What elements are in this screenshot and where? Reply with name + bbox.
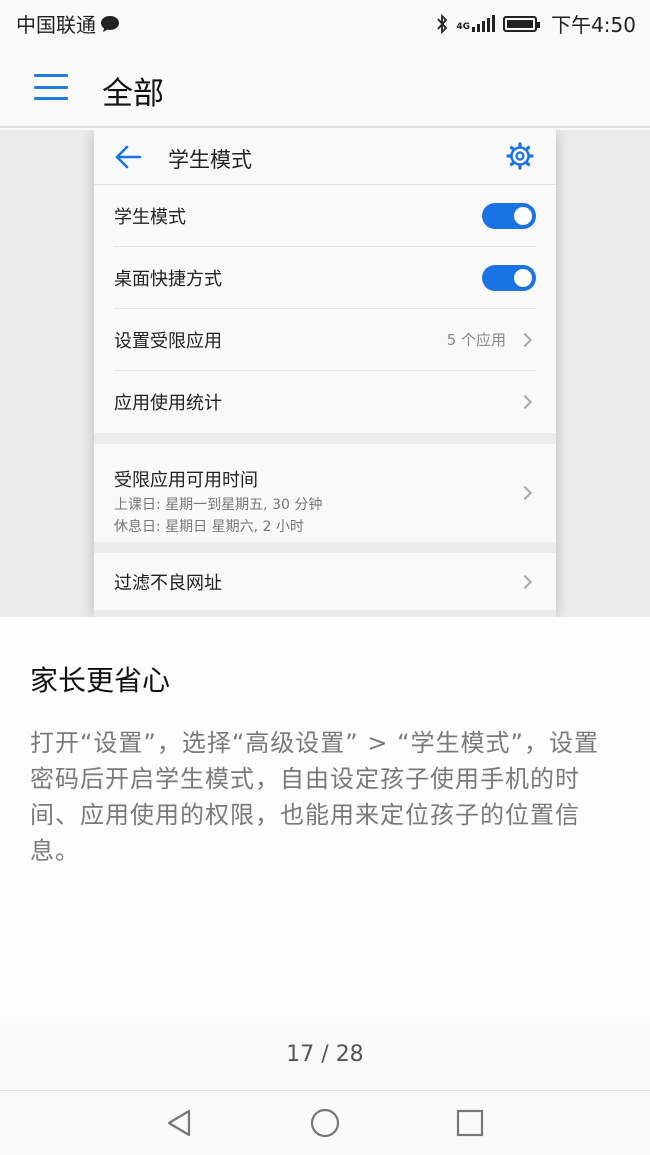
chevron-right-icon — [517, 574, 533, 589]
preview-phone-screen: 学生模式 学生模式 桌面快捷方式 设置受限应用 5 个应用 应用使用统计 受限应… — [94, 130, 556, 617]
row-label: 学生模式 — [114, 206, 186, 228]
feature-preview: 学生模式 学生模式 桌面快捷方式 设置受限应用 5 个应用 应用使用统计 受限应… — [0, 130, 650, 617]
clock: 下午4:50 — [551, 13, 636, 37]
row-url-filter: 过滤不良网址 — [94, 553, 556, 610]
back-arrow-icon — [115, 145, 142, 169]
row-label: 应用使用统计 — [114, 393, 222, 414]
student-mode-toggle — [482, 202, 536, 229]
carrier-group: 中国联通 — [16, 9, 120, 38]
section-divider — [94, 433, 556, 444]
status-bar: 中国联通 4G 下午4:50 — [0, 0, 650, 46]
app-header: 全部 — [0, 46, 650, 128]
row-label: 设置受限应用 — [114, 330, 222, 352]
schoolday-limit: 上课日: 星期一到星期五, 30 分钟 — [114, 497, 323, 513]
page-indicator: 17 / 28 — [286, 1042, 364, 1067]
feature-title: 家长更省心 — [30, 664, 171, 697]
row-label: 受限应用可用时间 — [114, 470, 258, 491]
feature-description: 家长更省心 打开“设置”，选择“高级设置” > “学生模式”，设置密码后开启学生… — [0, 617, 650, 1017]
circle-home-icon[interactable] — [309, 1107, 341, 1139]
system-nav-bar — [0, 1090, 650, 1155]
preview-title: 学生模式 — [168, 148, 252, 172]
triangle-back-icon[interactable] — [163, 1107, 195, 1139]
feature-body: 打开“设置”，选择“高级设置” > “学生模式”，设置密码后开启学生模式，自由设… — [30, 729, 599, 865]
chevron-right-icon — [517, 332, 533, 347]
row-app-usage-stats: 应用使用统计 — [94, 371, 556, 433]
section-divider — [94, 610, 556, 617]
row-value: 5 个应用 — [446, 331, 506, 349]
chevron-right-icon — [517, 394, 533, 410]
row-student-mode: 学生模式 — [94, 185, 556, 247]
hamburger-menu-icon[interactable] — [34, 74, 68, 100]
chevron-right-icon — [517, 485, 533, 501]
network-type: 4G — [456, 21, 471, 32]
row-limited-time: 受限应用可用时间 上课日: 星期一到星期五, 30 分钟 休息日: 星期日 星期… — [94, 444, 556, 542]
desktop-shortcut-toggle — [482, 264, 536, 291]
row-desktop-shortcut: 桌面快捷方式 — [94, 247, 556, 309]
preview-toolbar: 学生模式 — [94, 130, 556, 185]
page-title: 全部 — [102, 76, 164, 112]
signal-icon — [472, 14, 496, 32]
carrier-name: 中国联通 — [16, 13, 96, 37]
gear-icon — [506, 142, 534, 170]
square-recent-icon[interactable] — [454, 1107, 486, 1139]
signal-group: 4G — [456, 14, 496, 32]
message-icon — [101, 15, 119, 32]
row-restricted-apps: 设置受限应用 5 个应用 — [94, 309, 556, 371]
section-divider — [94, 542, 556, 553]
bluetooth-icon — [437, 13, 448, 34]
battery-icon — [503, 15, 541, 32]
row-label: 桌面快捷方式 — [114, 268, 222, 290]
restday-limit: 休息日: 星期日 星期六, 2 小时 — [114, 519, 304, 535]
row-label: 过滤不良网址 — [114, 572, 222, 594]
status-right: 4G 下午4:50 — [436, 9, 636, 38]
